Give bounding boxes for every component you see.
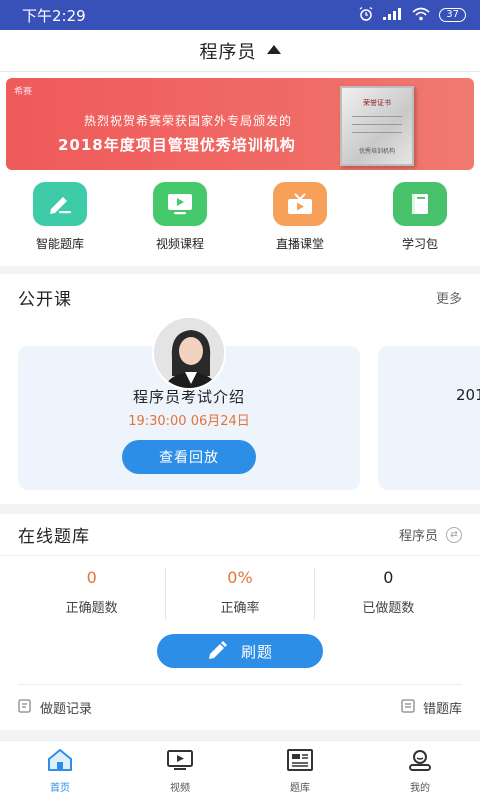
menu-item-study-pack[interactable]: 学习包 bbox=[360, 182, 480, 252]
bank-links: 做题记录 错题库 bbox=[18, 698, 462, 717]
practice-record-link[interactable]: 做题记录 bbox=[18, 698, 92, 717]
menu-item-video-course[interactable]: 视频课程 bbox=[120, 182, 240, 252]
banner-subtitle: 热烈祝贺希赛荣获国家外专局颁发的 bbox=[84, 114, 293, 128]
certificate-image: 荣誉证书 优秀培训机构 bbox=[340, 86, 414, 166]
wifi-icon bbox=[412, 7, 430, 24]
course-card-next[interactable]: 201 bbox=[378, 346, 480, 490]
banner-logo: 希赛 bbox=[14, 87, 33, 97]
wrong-book-icon bbox=[401, 698, 415, 717]
question-bank-section: 在线题库 程序员 ⇄ 0 正确题数 0% 正确率 0 已做题数 刷题 做题记录 … bbox=[0, 514, 480, 730]
page-title[interactable]: 程序员 bbox=[200, 38, 257, 64]
video-icon bbox=[166, 748, 194, 776]
divider bbox=[18, 684, 462, 685]
pencil-icon[interactable] bbox=[33, 182, 87, 226]
category-label[interactable]: 程序员 bbox=[399, 525, 438, 544]
status-icons: 37 bbox=[358, 6, 466, 25]
signal-icon bbox=[383, 7, 403, 23]
home-icon bbox=[46, 748, 74, 776]
stat-label: 已做题数 bbox=[362, 601, 415, 616]
category-switch[interactable]: 程序员 ⇄ bbox=[399, 525, 462, 544]
course-time: 19:30:00 06月24日 bbox=[128, 414, 250, 429]
status-time: 下午2:29 bbox=[22, 6, 86, 25]
cert-line bbox=[352, 116, 402, 117]
cert-line bbox=[352, 124, 402, 125]
quick-menu: 智能题库 视频课程 直播课堂 学习包 bbox=[0, 182, 480, 252]
avatar bbox=[152, 316, 226, 390]
menu-label: 直播课堂 bbox=[275, 237, 324, 251]
menu-label: 视频课程 bbox=[155, 237, 204, 251]
tab-question-bank[interactable]: 题库 bbox=[240, 741, 360, 800]
stat-label: 正确题数 bbox=[65, 601, 118, 616]
menu-label: 智能题库 bbox=[35, 237, 84, 251]
tab-video[interactable]: 视频 bbox=[120, 741, 240, 800]
stat-value: 0 bbox=[383, 568, 394, 587]
stat-value: 0% bbox=[227, 568, 253, 587]
tab-profile[interactable]: 我的 bbox=[360, 741, 480, 800]
wrong-label: 错题库 bbox=[422, 702, 462, 717]
tab-label: 题库 bbox=[290, 782, 310, 794]
stat-correct-count: 0 正确题数 bbox=[18, 568, 167, 620]
stat-value: 0 bbox=[86, 568, 97, 587]
section-title: 在线题库 bbox=[18, 527, 90, 547]
record-label: 做题记录 bbox=[40, 702, 93, 717]
tab-label: 首页 bbox=[50, 782, 70, 794]
cert-text: 优秀培训机构 bbox=[358, 148, 395, 155]
bottom-tab-bar: 首页 视频 题库 我的 bbox=[0, 740, 480, 800]
more-link[interactable]: 更多 bbox=[436, 288, 462, 307]
banner-title: 2018年度项目管理优秀培训机构 bbox=[58, 136, 296, 154]
record-icon bbox=[18, 698, 32, 717]
menu-label: 学习包 bbox=[401, 237, 438, 251]
open-course-section: 公开课 更多 程序员考试介绍 19:30:00 06月24日 查看回放 201 bbox=[0, 274, 480, 504]
stat-done-count: 0 已做题数 bbox=[315, 568, 462, 620]
stat-label: 正确率 bbox=[220, 601, 260, 616]
cert-title: 荣誉证书 bbox=[363, 99, 391, 107]
stats-row: 0 正确题数 0% 正确率 0 已做题数 bbox=[18, 568, 462, 620]
course-card-next-text: 201 bbox=[456, 386, 480, 404]
caret-up-icon[interactable] bbox=[266, 45, 281, 54]
wrong-bank-link[interactable]: 错题库 bbox=[401, 698, 462, 717]
cert-line bbox=[352, 132, 402, 133]
menu-item-smart-bank[interactable]: 智能题库 bbox=[0, 182, 120, 252]
menu-item-live-class[interactable]: 直播课堂 bbox=[240, 182, 360, 252]
section-title: 公开课 bbox=[18, 289, 72, 310]
tab-label: 我的 bbox=[410, 782, 430, 794]
tab-label: 视频 bbox=[170, 782, 190, 794]
stat-correct-rate: 0% 正确率 bbox=[166, 568, 315, 620]
book-icon[interactable] bbox=[393, 182, 447, 226]
question-bank-icon bbox=[286, 748, 314, 776]
practice-button[interactable]: 刷题 bbox=[157, 634, 323, 668]
replay-button[interactable]: 查看回放 bbox=[122, 440, 256, 474]
status-bar: 下午2:29 37 bbox=[0, 0, 480, 30]
profile-icon bbox=[406, 748, 434, 776]
section-header: 公开课 更多 bbox=[0, 274, 480, 320]
promo-banner[interactable]: 希赛 热烈祝贺希赛荣获国家外专局颁发的 2018年度项目管理优秀培训机构 荣誉证… bbox=[6, 78, 474, 170]
video-screen-icon[interactable] bbox=[153, 182, 207, 226]
tv-icon[interactable] bbox=[273, 182, 327, 226]
section-header: 在线题库 程序员 ⇄ bbox=[0, 514, 480, 556]
practice-label: 刷题 bbox=[240, 643, 273, 661]
tab-home[interactable]: 首页 bbox=[0, 741, 120, 800]
header-bar[interactable]: 程序员 bbox=[0, 30, 480, 72]
pencil-icon bbox=[207, 639, 229, 663]
swap-icon[interactable]: ⇄ bbox=[446, 526, 462, 543]
battery-icon: 37 bbox=[439, 8, 466, 22]
top-area: 希赛 热烈祝贺希赛荣获国家外专局颁发的 2018年度项目管理优秀培训机构 荣誉证… bbox=[0, 72, 480, 266]
alarm-icon bbox=[358, 6, 374, 25]
